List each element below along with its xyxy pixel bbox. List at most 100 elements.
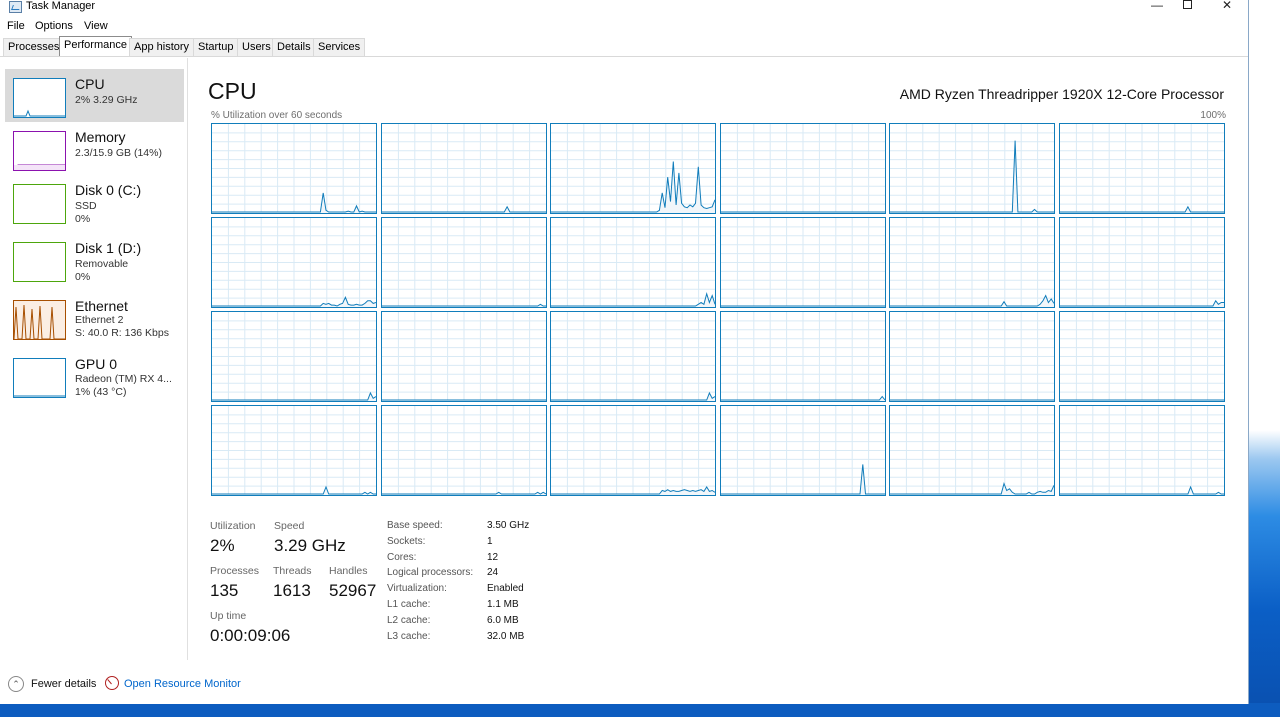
threads-value: 1613 xyxy=(273,581,311,600)
graph-canvas xyxy=(212,312,376,401)
graph-canvas xyxy=(890,312,1054,401)
logical-processor-graph-8 xyxy=(550,217,716,308)
open-resource-monitor-link[interactable]: Open Resource Monitor xyxy=(124,678,241,690)
chevron-up-icon[interactable]: ⌃ xyxy=(8,676,24,692)
window-title: Task Manager xyxy=(26,0,96,12)
gpu-thumbnail-graph xyxy=(14,395,65,397)
cpu-detail-pane: CPU AMD Ryzen Threadripper 1920X 12-Core… xyxy=(190,58,1248,660)
resource-item-memory[interactable]: Memory 2.3/15.9 GB (14%) xyxy=(5,122,184,175)
speed-label: Speed xyxy=(274,520,305,532)
logical-processor-graph-5 xyxy=(1059,123,1225,214)
close-button[interactable]: ✕ xyxy=(1207,0,1247,14)
resource-name: Ethernet xyxy=(75,298,128,314)
spec-label: L1 cache: xyxy=(387,599,431,610)
resource-detail: Removable xyxy=(75,258,129,270)
graph-canvas xyxy=(551,218,715,307)
task-manager-window: Task Manager — ✕ File Options View Proce… xyxy=(0,0,1249,704)
maximize-button[interactable] xyxy=(1167,0,1207,14)
logical-processor-graph-18 xyxy=(211,405,377,496)
logical-processor-graphs xyxy=(211,123,1226,497)
spec-label: L2 cache: xyxy=(387,614,431,626)
title-bar[interactable]: Task Manager — ✕ xyxy=(0,0,1248,17)
uptime-label: Up time xyxy=(210,610,247,622)
resource-detail: Ethernet 2 xyxy=(75,314,124,326)
tab-users[interactable]: Users xyxy=(237,38,276,56)
spec-value: 24 xyxy=(487,567,499,579)
logical-processor-graph-13 xyxy=(381,311,547,402)
footer-bar: ⌃ Fewer details Open Resource Monitor xyxy=(0,672,1249,698)
graph-canvas xyxy=(721,218,885,307)
menu-view[interactable]: View xyxy=(84,20,108,32)
spec-label: Cores: xyxy=(387,551,417,563)
graph-canvas xyxy=(1060,124,1224,213)
tab-performance[interactable]: Performance xyxy=(59,36,132,56)
spec-value: Enabled xyxy=(487,583,524,595)
tab-details[interactable]: Details xyxy=(272,38,316,56)
resource-item-disk-1[interactable]: Disk 1 (D:) Removable 0% xyxy=(5,233,184,286)
resource-detail: 2.3/15.9 GB (14%) xyxy=(75,147,162,159)
logical-processor-graph-9 xyxy=(720,217,886,308)
logical-processor-graph-20 xyxy=(550,405,716,496)
spec-value: 12 xyxy=(487,551,499,563)
gpu-thumbnail xyxy=(13,358,66,398)
graph-canvas xyxy=(551,406,715,495)
tab-app-history[interactable]: App history xyxy=(129,38,195,56)
cpu-thumbnail-graph xyxy=(14,109,65,117)
graph-canvas xyxy=(212,406,376,495)
tab-startup[interactable]: Startup xyxy=(193,38,239,56)
spec-label: L3 cache: xyxy=(387,630,431,642)
ethernet-thumbnail xyxy=(13,300,66,340)
fewer-details-button[interactable]: Fewer details xyxy=(31,678,96,690)
spec-label: Logical processors: xyxy=(387,567,474,579)
graph-canvas xyxy=(890,124,1054,213)
taskbar-edge xyxy=(0,703,1280,717)
logical-processor-graph-22 xyxy=(889,405,1055,496)
utilization-value: 2% xyxy=(210,536,235,555)
tab-processes[interactable]: Processes xyxy=(3,38,65,56)
logical-processor-graph-15 xyxy=(720,311,886,402)
memory-thumbnail xyxy=(13,131,66,171)
graph-canvas xyxy=(382,312,546,401)
logical-processor-graph-2 xyxy=(550,123,716,214)
logical-processor-graph-3 xyxy=(720,123,886,214)
resource-detail: Radeon (TM) RX 4... xyxy=(75,373,172,385)
resource-detail-2: 0% xyxy=(75,213,91,225)
menu-file[interactable]: File xyxy=(7,20,25,32)
graph-axis-label: % Utilization over 60 seconds xyxy=(211,110,343,121)
graph-canvas xyxy=(382,406,546,495)
logical-processor-graph-16 xyxy=(889,311,1055,402)
resource-detail: 2% 3.29 GHz xyxy=(75,94,138,106)
spec-label: Base speed: xyxy=(387,520,443,531)
resource-item-cpu[interactable]: CPU 2% 3.29 GHz xyxy=(5,69,184,122)
graph-canvas xyxy=(721,312,885,401)
logical-processor-graph-4 xyxy=(889,123,1055,214)
memory-thumbnail-graph xyxy=(14,164,65,170)
spec-label: Sockets: xyxy=(387,535,426,547)
logical-processor-graph-19 xyxy=(381,405,547,496)
graph-canvas xyxy=(721,406,885,495)
resource-monitor-icon[interactable] xyxy=(105,676,119,690)
disk-0-thumbnail xyxy=(13,184,66,224)
spec-value: 32.0 MB xyxy=(487,630,525,642)
logical-processor-graph-23 xyxy=(1059,405,1225,496)
resource-item-disk-0[interactable]: Disk 0 (C:) SSD 0% xyxy=(5,175,184,228)
graph-canvas xyxy=(890,218,1054,307)
graph-canvas xyxy=(1060,406,1224,495)
page-title: CPU xyxy=(208,78,257,104)
logical-processor-graph-12 xyxy=(211,311,377,402)
menu-options[interactable]: Options xyxy=(35,20,73,32)
graph-canvas xyxy=(551,124,715,213)
resource-name: GPU 0 xyxy=(75,356,118,372)
resource-item-ethernet[interactable]: Ethernet Ethernet 2 S: 40.0 R: 136 Kbps xyxy=(5,291,184,344)
cpu-thumbnail xyxy=(13,78,66,118)
tab-services[interactable]: Services xyxy=(313,38,366,56)
speed-value: 3.29 GHz xyxy=(274,536,346,555)
resource-item-gpu-0[interactable]: GPU 0 Radeon (TM) RX 4... 1% (43 °C) xyxy=(5,349,184,402)
tab-strip: Processes Performance App history Startu… xyxy=(0,36,1248,57)
processes-label: Processes xyxy=(210,565,260,577)
processor-name: AMD Ryzen Threadripper 1920X 12-Core Pro… xyxy=(899,86,1224,102)
maximize-icon xyxy=(1182,0,1192,9)
task-manager-icon xyxy=(9,1,22,13)
graph-canvas xyxy=(721,124,885,213)
processes-value: 135 xyxy=(210,581,239,600)
